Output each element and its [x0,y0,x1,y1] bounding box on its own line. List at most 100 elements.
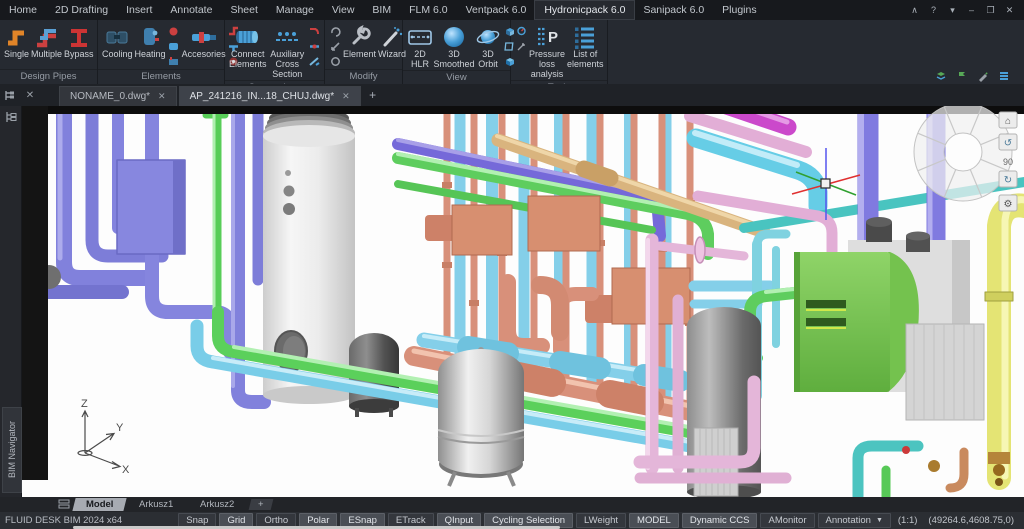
help-icon[interactable]: ? [925,3,942,17]
annotation-label: Annotation [826,515,871,526]
layout-tab-model[interactable]: Model [72,498,127,511]
nav-rotate-cw-button[interactable]: ↻ [999,171,1017,187]
pressure-loss-icon: P [534,23,560,50]
menu-tab-sheet[interactable]: Sheet [221,1,266,19]
layout-tab-bar: Model Arkusz1 Arkusz2 + [0,497,1024,512]
doc-tab-noname-close-icon[interactable]: ✕ [158,91,166,102]
nav-rotate-ccw-button[interactable]: ↺ [999,134,1017,150]
mini-circle-icon[interactable] [329,55,341,67]
mini-pen-icon[interactable] [977,70,989,82]
main-area: BIM Navigator [0,106,1024,497]
toggle-dynamic-ccs[interactable]: Dynamic CCS [682,513,758,528]
application-window: Home 2D Drafting Insert Annotate Sheet M… [0,0,1024,529]
doc-tab-noname[interactable]: NONAME_0.dwg* ✕ [59,86,177,106]
menu-tab-annotate[interactable]: Annotate [161,1,221,19]
mini-split-icon[interactable] [308,40,320,52]
cooling-button[interactable]: Cooling [102,23,133,60]
mini-angle-icon[interactable] [308,55,320,67]
doc-tab-ap-241216[interactable]: AP_241216_IN...18_CHUJ.dwg* ✕ [179,86,361,106]
close-icon[interactable]: ✕ [1001,3,1018,17]
mini-join-icon[interactable] [308,25,320,37]
bypass-pipe-button[interactable]: Bypass [64,23,94,60]
bypass-pipe-icon [67,23,91,50]
axis-x-label: X [122,464,130,476]
toggle-lweight[interactable]: LWeight [576,513,626,528]
viewport-canvas[interactable]: ⌂ ↺ 90 ↻ ⚙ [22,106,1024,497]
viewport[interactable]: ⌂ ↺ 90 ↻ ⚙ [22,106,1024,497]
menu-tab-bim[interactable]: BIM [363,1,400,19]
menu-tab-flm[interactable]: FLM 6.0 [400,1,457,19]
bim-tree-icon[interactable] [4,110,18,124]
new-document-tab-button[interactable]: + [362,84,384,106]
auxiliary-cross-section-icon [273,23,301,50]
menu-tab-2d-drafting[interactable]: 2D Drafting [46,1,117,19]
3d-smoothed-button[interactable]: 3D Smoothed [435,23,473,70]
multiple-pipe-button[interactable]: Multiple [31,23,62,60]
layout-tab-arkusz1[interactable]: Arkusz1 [126,498,188,511]
heating-button[interactable]: Heating [135,23,166,60]
modify-element-button[interactable]: Element [343,23,376,60]
menu-tab-home[interactable]: Home [0,1,46,19]
drawing-tree-icon[interactable] [0,84,20,106]
menu-tab-hydronicpack[interactable]: Hydronicpack 6.0 [535,1,634,19]
ribbon: Single Multiple Bypass Design Pipes [0,20,1024,85]
bim-navigator-tab[interactable]: BIM Navigator [2,407,22,493]
menu-tab-view[interactable]: View [323,1,364,19]
minimize-icon[interactable]: – [963,3,980,17]
wrench-icon [348,23,372,50]
rotate-cw-icon: ↻ [1004,175,1012,186]
toggle-model-space[interactable]: MODEL [629,513,679,528]
nav-home-button[interactable]: ⌂ [999,112,1017,128]
mini-valve-icon[interactable] [168,25,180,37]
annotation-dropdown[interactable]: Annotation ▼ [818,513,891,528]
accesories-button[interactable]: Accesories [182,23,226,60]
mini-report-icon[interactable] [515,40,527,52]
chevron-down-icon[interactable]: ▾ [944,3,961,17]
layout-tab-arkusz2[interactable]: Arkusz2 [186,498,248,511]
menu-tab-insert[interactable]: Insert [117,1,161,19]
doc-tab-ap-241216-label: AP_241216_IN...18_CHUJ.dwg* [190,91,335,102]
doc-tab-ap-close-icon[interactable]: ✕ [342,91,350,102]
connect-elements-button[interactable]: Connect Elements [229,23,267,70]
nav-angle-label: 90 [1003,157,1013,167]
ribbon-spacer [608,20,1024,84]
mini-rotate-icon[interactable] [329,25,341,37]
restore-icon[interactable]: ❐ [982,3,999,17]
ribbon-group-tools: P Pressure loss analysis List of element… [511,20,608,84]
menu-tab-plugins[interactable]: Plugins [713,1,765,19]
ribbon-pin-icon[interactable]: ∧ [906,3,923,17]
axis-z-label: Z [81,398,88,410]
wizard-button[interactable]: Wizard [378,23,406,60]
mini-pump-icon[interactable] [168,40,180,52]
layout-list-icon[interactable] [55,499,73,510]
magic-wand-icon [380,23,404,50]
mini-table-icon[interactable] [998,70,1010,82]
mini-stretch-icon[interactable] [329,40,341,52]
elements-mini-tools-1 [168,23,180,67]
svg-text:P: P [548,29,558,46]
mini-flag-icon[interactable] [956,70,968,82]
window-controls: ∧ ? ▾ – ❐ ✕ [906,3,1024,17]
annotation-scale: (1:1) [894,515,922,526]
chevron-down-icon: ▼ [876,517,883,524]
modify-mini-tools [329,23,341,67]
2d-hlr-button[interactable]: 2D HLR [407,23,433,70]
list-of-elements-button[interactable]: List of elements [567,23,604,70]
status-bar: FLUID DESK BIM 2024 x64 Snap Grid Ortho … [0,512,1024,529]
menu-tab-manage[interactable]: Manage [267,1,323,19]
3d-orbit-icon [475,23,501,50]
mini-radiator-icon[interactable] [168,55,180,67]
mini-gauge-icon[interactable] [515,25,527,37]
single-pipe-button[interactable]: Single [4,23,29,60]
pressure-loss-analysis-button[interactable]: P Pressure loss analysis [529,23,565,80]
close-all-tabs-icon[interactable]: ✕ [20,84,40,106]
new-layout-button[interactable]: + [249,499,273,510]
nav-settings-button[interactable]: ⚙ [999,195,1017,211]
toggle-amonitor[interactable]: AMonitor [760,513,814,528]
menu-tab-sanipack[interactable]: Sanipack 6.0 [634,1,713,19]
3d-orbit-button[interactable]: 3D Orbit [475,23,501,70]
mini-layers-icon[interactable] [935,70,947,82]
menu-tab-ventpack[interactable]: Ventpack 6.0 [457,1,536,19]
auxiliary-cross-section-button[interactable]: Auxiliary Cross Section [269,23,306,80]
heating-icon [139,23,161,50]
